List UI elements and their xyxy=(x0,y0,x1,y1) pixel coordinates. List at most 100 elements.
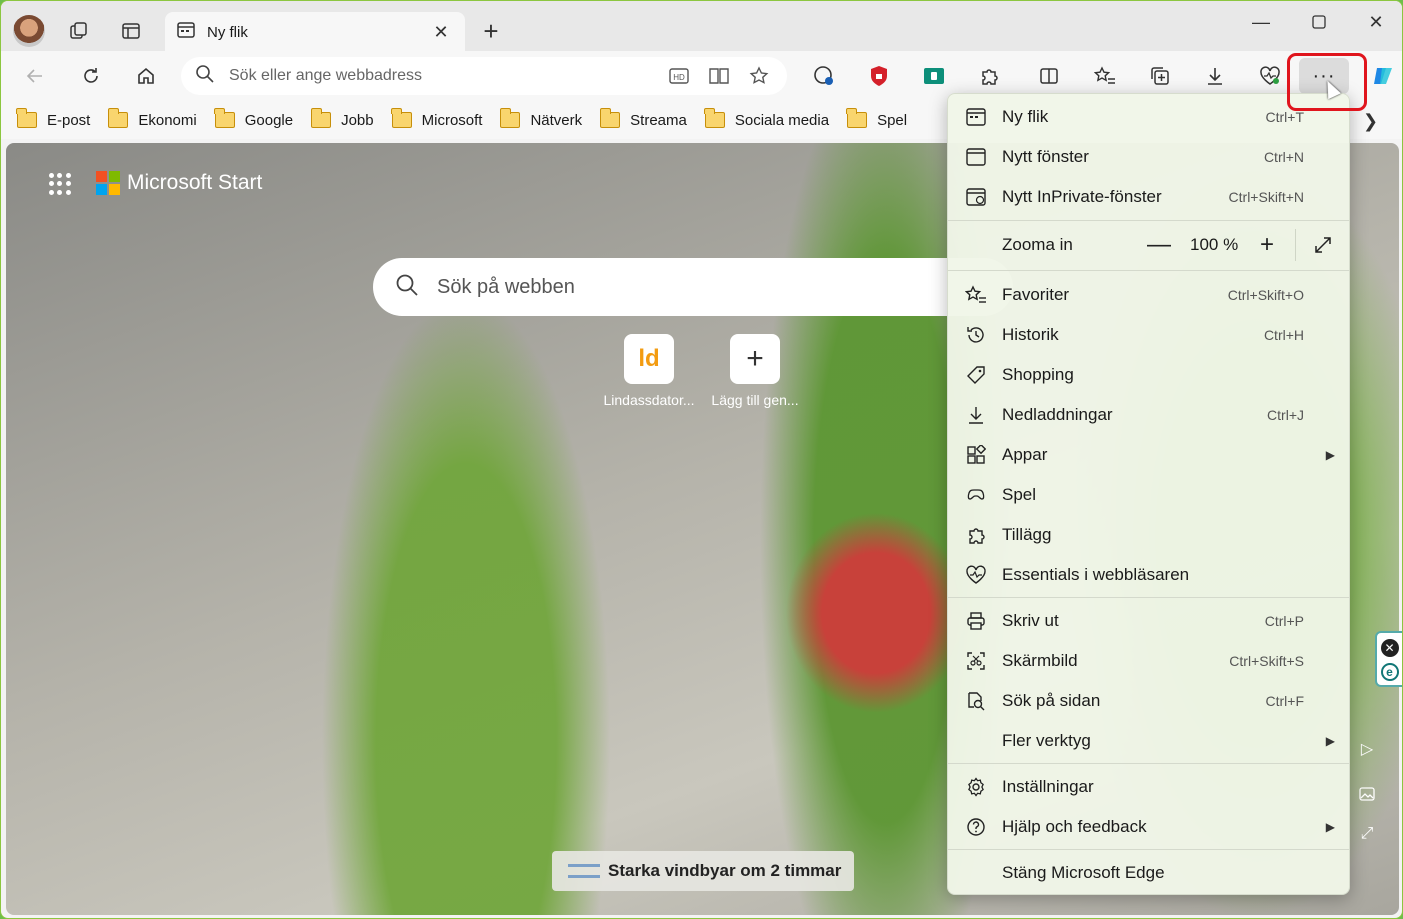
refresh-button[interactable] xyxy=(75,60,107,92)
favorites-toolbar-icon[interactable] xyxy=(1089,60,1121,92)
zoom-out-button[interactable]: — xyxy=(1142,221,1176,269)
address-placeholder: Sök eller ange webbadress xyxy=(229,67,423,84)
menu-item-settings[interactable]: Inställningar xyxy=(948,767,1349,807)
menu-item-more-tools[interactable]: Fler verktyg ▶ xyxy=(948,721,1349,761)
menu-item-apps[interactable]: Appar ▶ xyxy=(948,435,1349,475)
close-circle-icon[interactable]: ✕ xyxy=(1380,639,1399,657)
favorites-icon xyxy=(964,283,988,307)
address-bar[interactable]: Sök eller ange webbadress HD xyxy=(181,57,787,95)
help-icon xyxy=(964,815,988,839)
workspaces-icon[interactable] xyxy=(63,15,95,47)
folder-icon xyxy=(107,108,129,128)
home-button[interactable] xyxy=(130,60,162,92)
extension-widget[interactable]: ✕ e xyxy=(1375,631,1402,687)
favorite-folder[interactable]: E-post xyxy=(16,108,90,129)
brand-title[interactable]: Microsoft Start xyxy=(127,171,262,195)
screenshot-icon xyxy=(964,649,988,673)
extensions-puzzle-icon[interactable] xyxy=(973,60,1005,92)
weather-alert[interactable]: Starka vindbyar om 2 timmar xyxy=(552,851,854,891)
split-screen-icon[interactable] xyxy=(1033,60,1065,92)
wind-icon xyxy=(568,864,600,878)
menu-item-shopping[interactable]: Shopping xyxy=(948,355,1349,395)
expand-icon[interactable]: ⤢ xyxy=(1356,823,1378,845)
favorite-folder[interactable]: Nätverk xyxy=(499,108,582,129)
search-icon xyxy=(395,273,419,302)
hd-video-icon[interactable]: HD xyxy=(665,62,693,90)
menu-item-downloads[interactable]: Nedladdningar Ctrl+J xyxy=(948,395,1349,435)
favorite-folder[interactable]: Spel xyxy=(846,108,907,129)
collections-icon[interactable] xyxy=(1144,60,1176,92)
tab-active[interactable]: Ny flik ✕ xyxy=(165,12,465,52)
new-tab-icon xyxy=(964,105,988,129)
menu-item-history[interactable]: Historik Ctrl+H xyxy=(948,315,1349,355)
browser-window: Ny flik ✕ + — ✕ Sök eller ange webbadres… xyxy=(0,0,1403,919)
back-button[interactable] xyxy=(19,60,51,92)
favorite-folder[interactable]: Sociala media xyxy=(704,108,829,129)
history-icon xyxy=(964,323,988,347)
print-icon xyxy=(964,609,988,633)
close-tab-icon[interactable]: ✕ xyxy=(429,22,453,43)
menu-item-find[interactable]: Sök på sidan Ctrl+F xyxy=(948,681,1349,721)
favorite-folder[interactable]: Google xyxy=(214,108,293,129)
extensions-icon xyxy=(964,523,988,547)
zoom-level: 100 % xyxy=(1190,235,1239,254)
green-extension-icon[interactable] xyxy=(918,60,950,92)
settings-menu: Ny flik Ctrl+T Nytt fönster Ctrl+N Nytt … xyxy=(947,93,1350,895)
folder-icon xyxy=(499,108,521,128)
browser-essentials-icon[interactable] xyxy=(1254,60,1286,92)
profile-avatar[interactable] xyxy=(13,15,45,47)
web-search-box[interactable]: Sök på webben xyxy=(373,258,1013,316)
weather-alert-text: Starka vindbyar om 2 timmar xyxy=(608,861,842,880)
favorite-folder[interactable]: Jobb xyxy=(310,108,374,129)
submenu-arrow-icon: ▶ xyxy=(1325,820,1335,834)
zoom-divider xyxy=(1295,229,1296,261)
copilot-icon[interactable] xyxy=(1367,60,1399,92)
app-launcher-icon[interactable] xyxy=(49,173,71,195)
menu-item-close-edge[interactable]: Stäng Microsoft Edge xyxy=(948,853,1349,893)
menu-item-favorites[interactable]: Favoriter Ctrl+Skift+O xyxy=(948,275,1349,315)
menu-item-inprivate[interactable]: Nytt InPrivate-fönster Ctrl+Skift+N xyxy=(948,177,1349,217)
add-shortcut-label: Lägg till gen... xyxy=(711,392,799,408)
immersive-reader-icon[interactable] xyxy=(705,62,733,90)
web-search-placeholder: Sök på webben xyxy=(437,275,575,298)
quick-link-label: Lindassdator... xyxy=(603,392,695,408)
tab-favicon-icon xyxy=(177,21,195,44)
quick-link-icon: ld xyxy=(624,334,674,384)
tab-bar: Ny flik ✕ + — ✕ xyxy=(1,1,1402,52)
folder-icon xyxy=(310,108,332,128)
menu-item-games[interactable]: Spel xyxy=(948,475,1349,515)
search-icon xyxy=(195,64,215,89)
image-icon[interactable] xyxy=(1356,783,1378,805)
tab-actions-icon[interactable] xyxy=(115,15,147,47)
menu-item-extensions[interactable]: Tillägg xyxy=(948,515,1349,555)
favorite-star-icon[interactable] xyxy=(745,62,773,90)
menu-item-screenshot[interactable]: Skärmbild Ctrl+Skift+S xyxy=(948,641,1349,681)
find-icon xyxy=(964,689,988,713)
svg-text:HD: HD xyxy=(673,73,685,82)
menu-item-new-window[interactable]: Nytt fönster Ctrl+N xyxy=(948,137,1349,177)
minimize-button[interactable]: — xyxy=(1232,7,1290,37)
downloads-icon[interactable] xyxy=(1199,60,1231,92)
favorite-folder[interactable]: Streama xyxy=(599,108,687,129)
maximize-button[interactable] xyxy=(1290,7,1348,37)
menu-item-essentials[interactable]: Essentials i webbläsaren xyxy=(948,555,1349,595)
favorite-folder[interactable]: Ekonomi xyxy=(107,108,197,129)
folder-icon xyxy=(391,108,412,128)
e-extension-icon[interactable]: e xyxy=(1380,663,1399,681)
favorite-folder[interactable]: Microsoft xyxy=(391,108,482,129)
new-tab-button[interactable]: + xyxy=(475,15,507,47)
fullscreen-icon[interactable] xyxy=(1308,221,1338,269)
play-icon[interactable]: ▷ xyxy=(1356,738,1378,760)
chevron-right-icon[interactable]: ❯ xyxy=(1363,111,1378,132)
menu-item-print[interactable]: Skriv ut Ctrl+P xyxy=(948,601,1349,641)
quick-link-tile[interactable]: ld Lindassdator... xyxy=(594,334,704,408)
add-shortcut-tile[interactable]: + Lägg till gen... xyxy=(700,334,810,408)
zoom-in-button[interactable]: + xyxy=(1250,221,1284,269)
menu-separator xyxy=(948,763,1349,764)
add-shortcut-icon: + xyxy=(730,334,780,384)
folder-icon xyxy=(599,108,621,128)
menu-item-help[interactable]: Hjälp och feedback ▶ xyxy=(948,807,1349,847)
close-window-button[interactable]: ✕ xyxy=(1347,7,1402,37)
shield-extension-icon[interactable] xyxy=(863,60,895,92)
password-manager-icon[interactable] xyxy=(808,60,840,92)
